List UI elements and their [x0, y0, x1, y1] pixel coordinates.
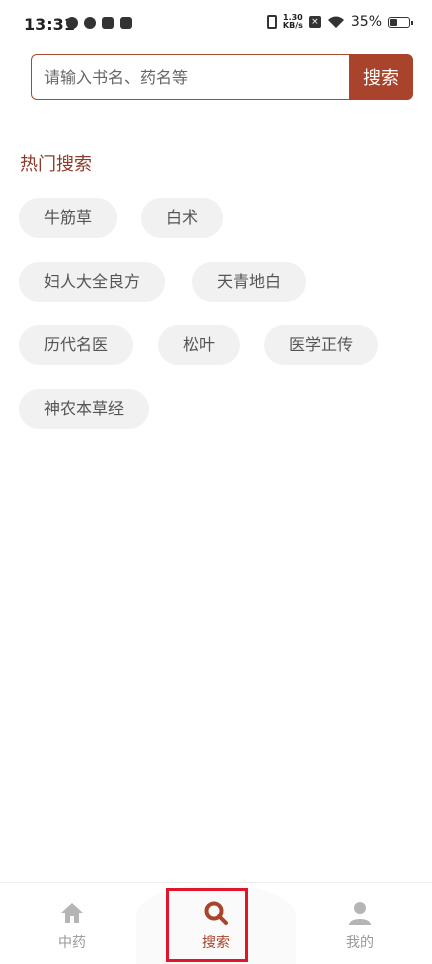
battery-icon — [388, 16, 413, 28]
vibrate-icon — [266, 15, 277, 29]
search-button[interactable]: 搜索 — [349, 54, 413, 100]
hot-search-tag[interactable]: 松叶 — [158, 325, 241, 365]
inbox-app-icon — [120, 17, 132, 29]
nav-item-profile[interactable]: 我的 — [320, 900, 400, 952]
home-icon — [61, 903, 83, 923]
highlight-box — [166, 888, 248, 962]
nav-item-home[interactable]: 中药 — [32, 900, 112, 952]
hot-search-tag[interactable]: 妇人大全良方 — [19, 262, 166, 302]
hot-search-tag[interactable]: 天青地白 — [192, 262, 307, 302]
hot-search-tag[interactable]: 医学正传 — [264, 325, 379, 365]
hot-search-tag[interactable]: 牛筋草 — [19, 198, 118, 238]
status-bar: 13:31 1.30 KB/s × 35% — [0, 0, 432, 50]
battery-percent: 35% — [350, 14, 382, 30]
network-speed: 1.30 KB/s — [283, 14, 303, 30]
hot-search-tag[interactable]: 白术 — [141, 198, 224, 238]
status-right-icons: 1.30 KB/s × 35% — [266, 14, 413, 30]
search-bar: 搜索 — [31, 54, 413, 100]
network-speed-unit: KB/s — [282, 21, 303, 30]
swirl-app-icon — [84, 17, 96, 29]
search-input[interactable] — [31, 54, 349, 100]
wifi-icon — [327, 16, 344, 28]
status-notification-icons — [66, 17, 132, 29]
nav-item-label: 我的 — [346, 935, 374, 951]
hot-search-tag[interactable]: 神农本草经 — [19, 389, 150, 429]
hot-search-tag[interactable]: 历代名医 — [19, 325, 134, 365]
battery-level-fill — [390, 18, 397, 26]
user-icon — [349, 902, 371, 925]
nav-item-label: 中药 — [58, 935, 86, 951]
no-sim-icon: × — [308, 16, 321, 28]
hot-search-title: 热门搜索 — [20, 154, 92, 175]
crown-icon — [102, 17, 114, 29]
fan-icon — [66, 17, 78, 29]
